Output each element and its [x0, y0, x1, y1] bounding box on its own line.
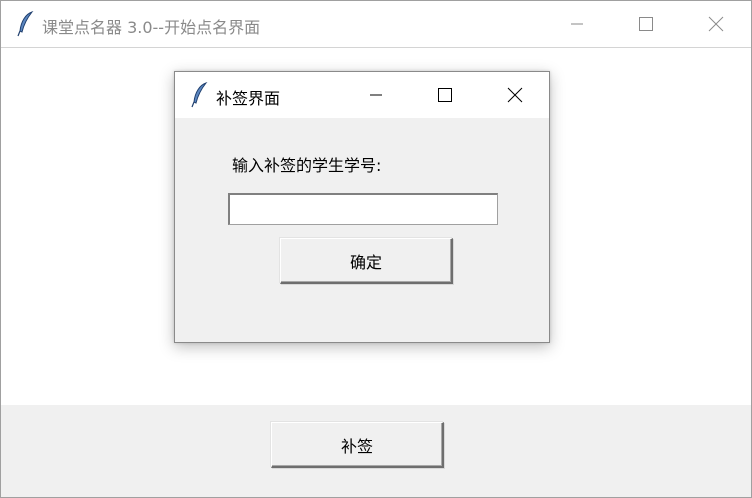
maximize-icon	[438, 88, 452, 102]
main-window-title: 课堂点名器 3.0--开始点名界面	[42, 18, 261, 37]
makeup-signin-button[interactable]: 补签	[271, 422, 444, 468]
close-icon	[708, 16, 724, 32]
minimize-icon	[571, 23, 583, 25]
makeup-dialog: 补签界面 输入补签的学生学号: 确定	[174, 71, 550, 343]
confirm-button[interactable]: 确定	[280, 238, 453, 284]
student-id-prompt: 输入补签的学生学号:	[232, 156, 382, 175]
main-maximize-button[interactable]	[623, 1, 669, 47]
dialog-maximize-button[interactable]	[422, 72, 468, 118]
close-icon	[507, 87, 523, 103]
dialog-minimize-button[interactable]	[353, 72, 399, 118]
student-id-input[interactable]	[228, 193, 498, 225]
feather-app-icon	[17, 11, 34, 37]
maximize-icon	[639, 17, 653, 31]
main-minimize-button[interactable]	[554, 1, 600, 47]
dialog-titlebar[interactable]: 补签界面	[175, 72, 549, 118]
minimize-icon	[370, 94, 382, 96]
dialog-title: 补签界面	[216, 89, 281, 108]
main-titlebar[interactable]: 课堂点名器 3.0--开始点名界面	[1, 1, 751, 48]
main-close-button[interactable]	[693, 1, 739, 47]
bottom-button-bar: 补签	[1, 405, 751, 497]
dialog-close-button[interactable]	[492, 72, 538, 118]
feather-app-icon	[191, 82, 208, 108]
